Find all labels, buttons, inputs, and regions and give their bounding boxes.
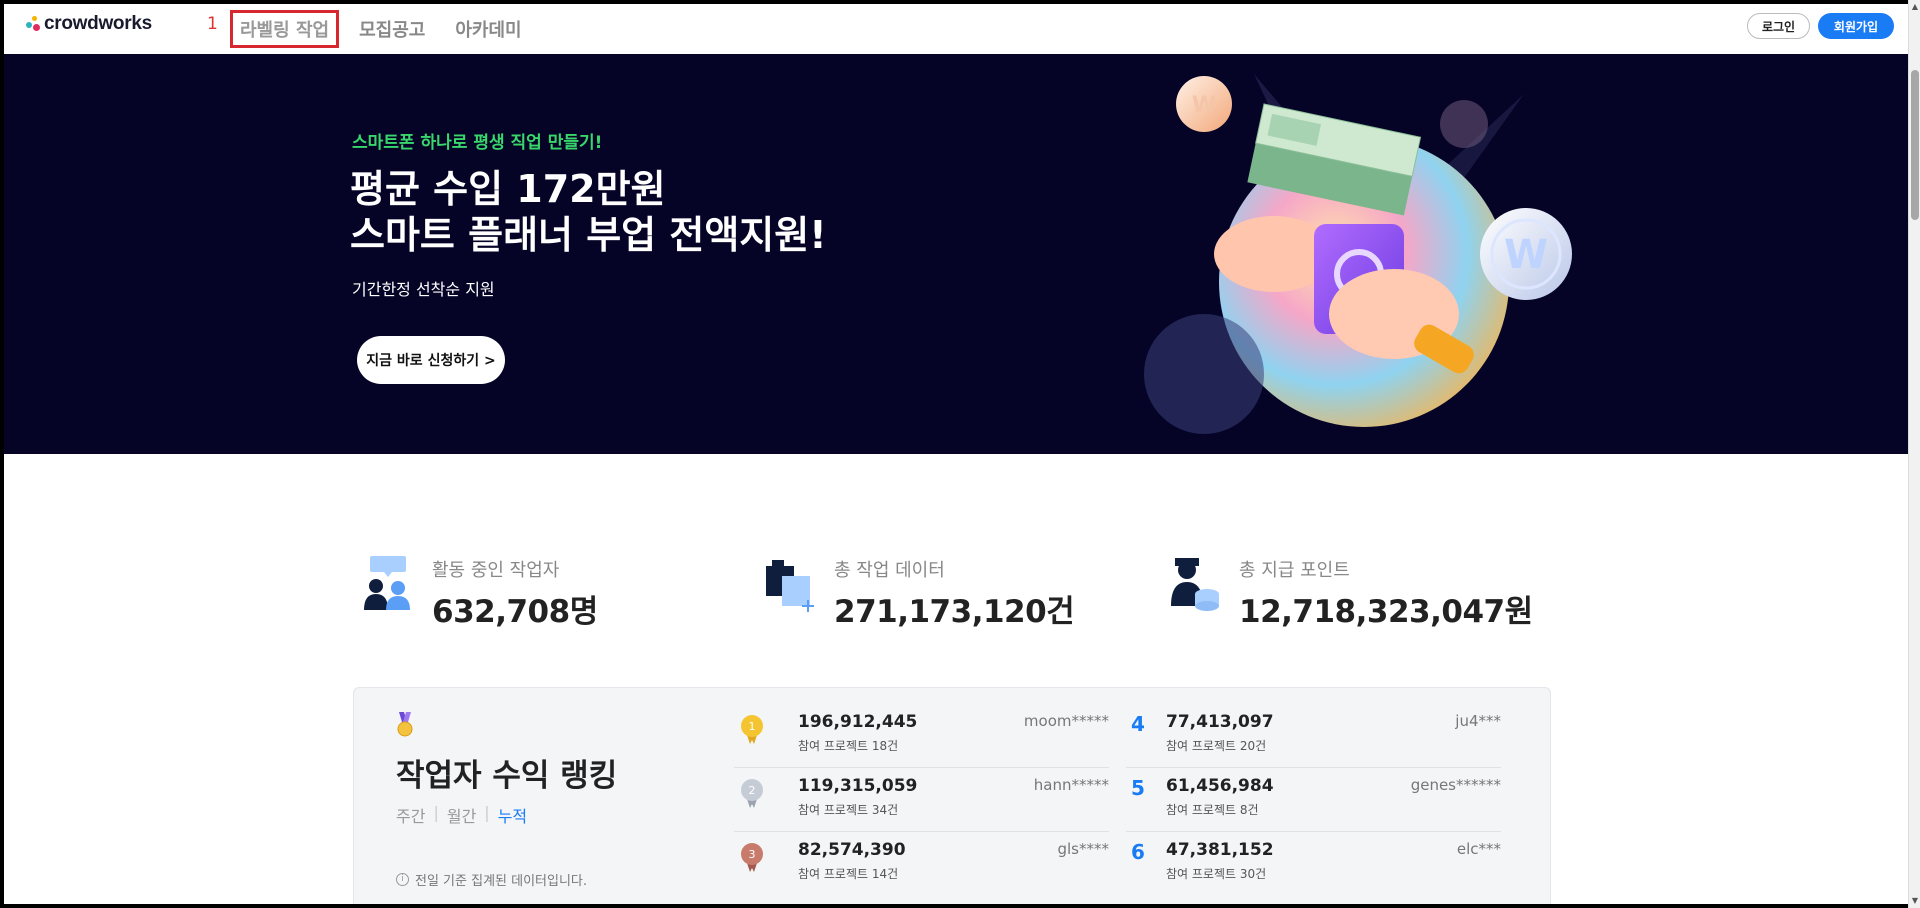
stat-value: 271,173,120건	[834, 594, 1075, 630]
rank-number: 6	[1131, 840, 1145, 864]
site-header: crowdworks 1 라벨링 작업 모집공고 아카데미 로그인 회원가입	[4, 4, 1908, 54]
ranking-period-tabs: 주간 | 월간 | 누적	[396, 803, 527, 827]
info-icon: i	[396, 873, 409, 886]
login-button[interactable]: 로그인	[1747, 13, 1810, 39]
rank-projects: 참여 프로젝트 8건	[1166, 803, 1259, 817]
nav-annotation-index: 1	[207, 14, 218, 34]
banner-subtitle: 스마트폰 하나로 평생 직업 만들기!	[352, 133, 603, 153]
ranking-column-left: 1 196,912,445 참여 프로젝트 18건 moom***** 2 11…	[734, 704, 1109, 896]
ranking-note-text: 전일 기준 집계된 데이터입니다.	[415, 874, 588, 889]
svg-text:1: 1	[749, 720, 756, 733]
apply-now-button[interactable]: 지금 바로 신청하기 >	[357, 336, 505, 384]
svg-text:2: 2	[749, 784, 756, 797]
page-scrollbar[interactable]: ▲ ▼	[1908, 0, 1920, 908]
tab-weekly[interactable]: 주간	[396, 803, 425, 827]
stat-value: 632,708명	[432, 594, 598, 630]
rank-projects: 참여 프로젝트 18건	[798, 739, 899, 753]
main-nav: 라벨링 작업 모집공고 아카데미	[230, 10, 542, 48]
bronze-medal-icon: 3	[741, 843, 763, 872]
promo-banner[interactable]: 스마트폰 하나로 평생 직업 만들기! 평균 수입 172만원 스마트 플래너 …	[4, 54, 1908, 454]
logo-dots-icon	[24, 14, 44, 34]
rank-projects: 참여 프로젝트 14건	[798, 867, 899, 881]
rank-amount: 119,315,059	[798, 776, 918, 796]
rank-amount: 82,574,390	[798, 840, 906, 860]
stat-total-points: 총 지급 포인트 12,718,323,047원	[1169, 556, 1533, 631]
stat-label: 활동 중인 작업자	[432, 560, 560, 581]
svg-text:3: 3	[749, 848, 756, 861]
ranking-row: 2 119,315,059 참여 프로젝트 34건 hann*****	[734, 768, 1109, 832]
tab-separator: |	[433, 803, 439, 822]
rank-user: ju4***	[1455, 712, 1501, 730]
banner-title-line1: 평균 수입 172만원	[350, 167, 666, 211]
rank-user: genes******	[1410, 776, 1501, 794]
ranking-row: 3 82,574,390 참여 프로젝트 14건 gls****	[734, 832, 1109, 896]
hand-phone-illustration: W W	[1144, 74, 1572, 434]
tab-separator: |	[484, 803, 490, 822]
stat-total-data: 총 작업 데이터 271,173,120건	[764, 556, 1075, 631]
rank-user: gls****	[1057, 840, 1109, 858]
scroll-thumb[interactable]	[1911, 70, 1919, 220]
rank-user: hann*****	[1033, 776, 1109, 794]
svg-text:W: W	[1192, 93, 1216, 118]
ranking-title: 작업자 수익 랭킹	[396, 758, 618, 794]
silver-medal-icon: 2	[741, 779, 763, 808]
workers-icon	[364, 556, 410, 610]
logo-text: crowdworks	[44, 13, 152, 34]
ranking-note: i 전일 기준 집계된 데이터입니다.	[396, 870, 587, 889]
scroll-down-arrow-icon[interactable]: ▼	[1909, 894, 1920, 908]
svg-text:W: W	[1504, 232, 1548, 278]
rank-amount: 47,381,152	[1166, 840, 1274, 860]
earnings-ranking-panel: 작업자 수익 랭킹 주간 | 월간 | 누적 i 전일 기준 집계된 데이터입니…	[353, 687, 1551, 904]
rank-number: 5	[1131, 776, 1145, 800]
crowdworks-logo[interactable]: crowdworks	[24, 12, 152, 36]
banner-title-line2: 스마트 플래너 부업 전액지원!	[350, 213, 827, 257]
nav-recruitment[interactable]: 모집공고	[349, 10, 435, 48]
rank-amount: 77,413,097	[1166, 712, 1274, 732]
ranking-row: 5 61,456,984 참여 프로젝트 8건 genes******	[1126, 768, 1501, 832]
stat-label: 총 지급 포인트	[1239, 560, 1350, 581]
signup-button[interactable]: 회원가입	[1818, 13, 1894, 39]
stat-label: 총 작업 데이터	[834, 560, 945, 581]
points-icon	[1171, 558, 1219, 611]
ranking-row: 1 196,912,445 참여 프로젝트 18건 moom*****	[734, 704, 1109, 768]
ranking-row: 4 77,413,097 참여 프로젝트 20건 ju4***	[1126, 704, 1501, 768]
nav-academy[interactable]: 아카데미	[445, 10, 531, 48]
rank-number: 4	[1131, 712, 1145, 736]
medal-icon	[397, 712, 413, 737]
rank-amount: 61,456,984	[1166, 776, 1274, 796]
stat-active-workers: 활동 중인 작업자 632,708명	[362, 556, 598, 631]
rank-user: moom*****	[1023, 712, 1109, 730]
ranking-row: 6 47,381,152 참여 프로젝트 30건 elc***	[1126, 832, 1501, 896]
tab-cumulative[interactable]: 누적	[498, 803, 527, 827]
tab-monthly[interactable]: 월간	[447, 803, 476, 827]
gold-medal-icon: 1	[741, 715, 763, 744]
banner-description: 기간한정 선착순 지원	[352, 280, 495, 299]
rank-projects: 참여 프로젝트 20건	[1166, 739, 1267, 753]
rank-user: elc***	[1456, 840, 1501, 858]
rank-projects: 참여 프로젝트 30건	[1166, 867, 1267, 881]
stat-value: 12,718,323,047원	[1239, 594, 1533, 630]
nav-labeling-work[interactable]: 라벨링 작업	[230, 10, 340, 48]
ranking-column-right: 4 77,413,097 참여 프로젝트 20건 ju4*** 5 61,456…	[1126, 704, 1501, 896]
data-icon	[766, 560, 814, 612]
banner-title: 평균 수입 172만원 스마트 플래너 부업 전액지원!	[350, 166, 827, 258]
page-viewport: crowdworks 1 라벨링 작업 모집공고 아카데미 로그인 회원가입 스…	[4, 4, 1908, 904]
rank-projects: 참여 프로젝트 34건	[798, 803, 899, 817]
rank-amount: 196,912,445	[798, 712, 918, 732]
scroll-up-arrow-icon[interactable]: ▲	[1909, 0, 1920, 14]
